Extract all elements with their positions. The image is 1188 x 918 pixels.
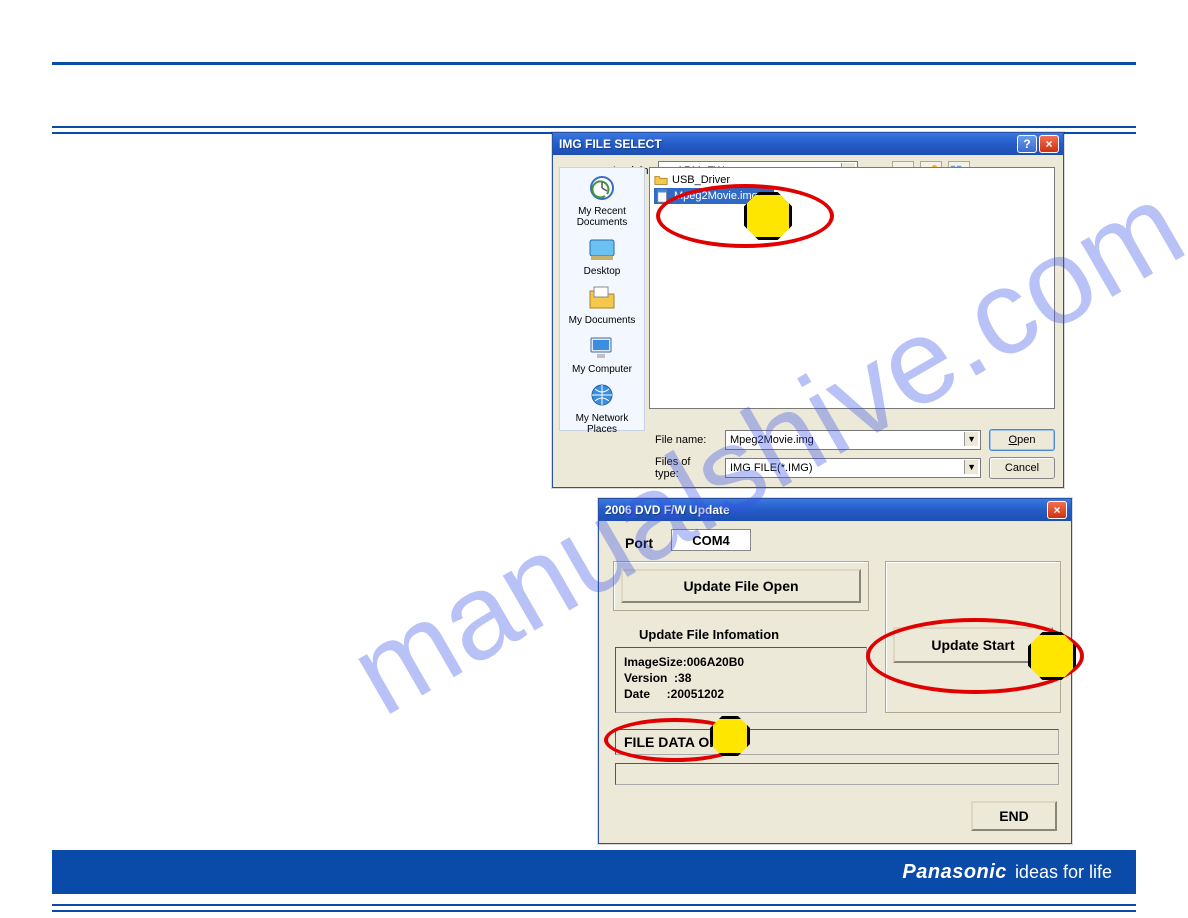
fw-update-titlebar[interactable]: 2006 DVD F/W Update × bbox=[599, 499, 1071, 521]
folder-icon bbox=[654, 173, 668, 187]
file-select-dialog: IMG FILE SELECT ? × Look in: ARM_FW ← ▾ … bbox=[552, 132, 1064, 488]
file-dialog-title: IMG FILE SELECT bbox=[559, 137, 1015, 151]
place-network[interactable]: My Network Places bbox=[564, 381, 640, 435]
brand-logo: Panasonic bbox=[902, 861, 1007, 884]
file-list[interactable]: USB_Driver Mpeg2Movie.img bbox=[649, 167, 1055, 409]
close-button[interactable]: × bbox=[1039, 135, 1059, 153]
bottom-rule-a bbox=[52, 904, 1136, 906]
fw-update-title: 2006 DVD F/W Update bbox=[605, 503, 1045, 517]
open-button[interactable]: Open bbox=[989, 429, 1055, 451]
place-recent[interactable]: My Recent Documents bbox=[564, 174, 640, 228]
places-bar: My Recent Documents Desktop My Documents… bbox=[559, 167, 645, 431]
footer-band: Panasonic ideas for life bbox=[52, 850, 1136, 894]
file-info-heading: Update File Infomation bbox=[639, 627, 779, 642]
place-mycomputer[interactable]: My Computer bbox=[564, 332, 640, 375]
help-button[interactable]: ? bbox=[1017, 135, 1037, 153]
file-icon bbox=[656, 189, 670, 203]
double-rule-a bbox=[52, 126, 1136, 128]
port-value: COM4 bbox=[671, 529, 751, 551]
brand-slogan: ideas for life bbox=[1015, 862, 1112, 883]
status-box: FILE DATA OK bbox=[615, 729, 1059, 755]
file-info-box: ImageSize:006A20B0 Version :38 Date :200… bbox=[615, 647, 867, 713]
list-item-selected[interactable]: Mpeg2Movie.img bbox=[654, 188, 774, 204]
progress-box bbox=[615, 763, 1059, 785]
files-of-type-combo[interactable]: IMG FILE(*.IMG) bbox=[725, 458, 981, 478]
file-name-input[interactable]: Mpeg2Movie.img bbox=[725, 430, 981, 450]
file-name-label: File name: bbox=[655, 434, 717, 446]
port-label: Port bbox=[625, 535, 653, 551]
top-rule bbox=[52, 62, 1136, 65]
bottom-rule-b bbox=[52, 910, 1136, 912]
place-mydocs[interactable]: My Documents bbox=[564, 283, 640, 326]
file-dialog-titlebar[interactable]: IMG FILE SELECT ? × bbox=[553, 133, 1063, 155]
place-desktop[interactable]: Desktop bbox=[564, 234, 640, 277]
cancel-button[interactable]: Cancel bbox=[989, 457, 1055, 479]
list-item[interactable]: USB_Driver bbox=[654, 172, 1050, 188]
end-button[interactable]: END bbox=[971, 801, 1057, 831]
close-button[interactable]: × bbox=[1047, 501, 1067, 519]
files-of-type-label: Files of type: bbox=[655, 456, 717, 480]
update-file-open-button[interactable]: Update File Open bbox=[621, 569, 861, 603]
fw-update-window: 2006 DVD F/W Update × Port COM4 Update F… bbox=[598, 498, 1072, 844]
update-start-button[interactable]: Update Start bbox=[893, 627, 1053, 663]
